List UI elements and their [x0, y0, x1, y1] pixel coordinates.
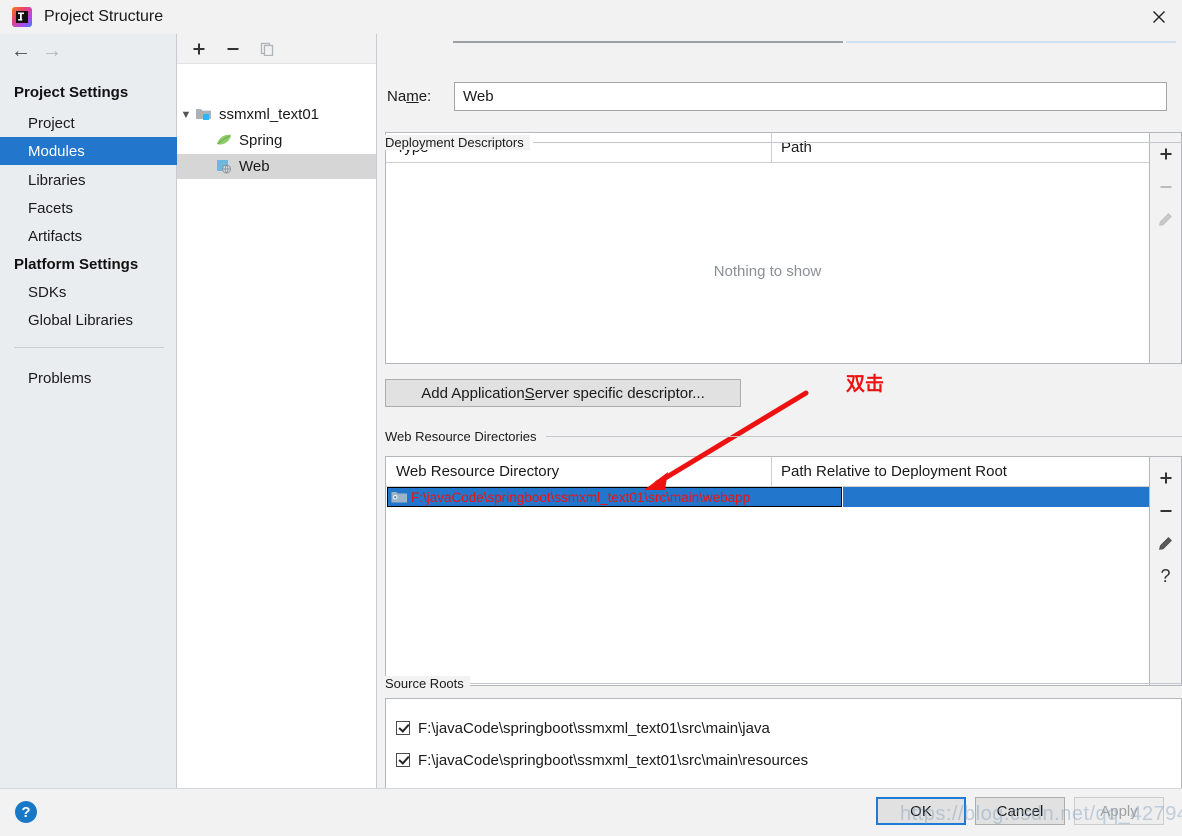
sidebar-item-label: Modules [28, 142, 85, 160]
web-resource-directory-path: F:\javaCode\springboot\ssmxml_text01\src… [411, 489, 751, 505]
sidebar-item-facets[interactable]: Facets [0, 194, 177, 222]
button-label-suffix: erver specific descriptor... [534, 384, 705, 402]
sidebar-item-label: Project [28, 114, 75, 132]
tree-row-label: Web [239, 158, 270, 175]
folder-icon [391, 490, 408, 504]
tree-row-label: ssmxml_text01 [219, 106, 320, 123]
deployment-descriptors-buttons [1150, 132, 1182, 364]
help-button[interactable]: ? [15, 801, 37, 823]
list-item[interactable]: F:\javaCode\springboot\ssmxml_text01\src… [396, 747, 808, 773]
checkbox-icon[interactable] [396, 721, 410, 735]
add-web-resource-button[interactable] [1150, 461, 1181, 494]
column-header-path[interactable]: Path [771, 133, 812, 162]
sidebar-item-problems[interactable]: Problems [0, 364, 177, 392]
tree-row-ssmxml-text01[interactable]: ▼ ssmxml_text01 [177, 102, 376, 127]
sidebar-item-global-libraries[interactable]: Global Libraries [0, 306, 177, 334]
deployment-descriptors-table[interactable]: Type Path Nothing to show [385, 132, 1150, 364]
tree-row-spring[interactable]: Spring [177, 128, 376, 153]
sidebar-item-project[interactable]: Project [0, 109, 177, 137]
name-label-mnemonic: m [406, 88, 419, 105]
settings-sidebar: ← → Project Settings Project Modules Lib… [0, 34, 177, 788]
empty-table-message: Nothing to show [713, 263, 822, 280]
sidebar-item-label: Problems [28, 369, 92, 387]
sidebar-group-platform-settings: Platform Settings [14, 256, 139, 273]
web-resource-directories-group-label: Web Resource Directories [385, 429, 543, 444]
add-application-server-descriptor-button[interactable]: Add Application Server specific descript… [385, 379, 741, 407]
text-caret [842, 487, 843, 507]
sidebar-item-label: Libraries [28, 171, 86, 189]
copy-icon[interactable] [255, 38, 279, 60]
watermark-text: https://blog.csdn.net/qq_42794826 [900, 803, 1182, 825]
tab-indicator-active [453, 41, 843, 43]
module-tree-toolbar [177, 34, 376, 64]
button-label-mnemonic: S [524, 384, 535, 402]
column-header-web-resource-directory[interactable]: Web Resource Directory [386, 457, 559, 486]
web-resource-directory-cell-editor[interactable]: F:\javaCode\springboot\ssmxml_text01\src… [387, 487, 842, 507]
tree-row-label: Spring [239, 132, 283, 149]
edit-descriptor-button[interactable] [1150, 203, 1181, 236]
tab-indicator-inactive [846, 41, 1176, 43]
question-icon[interactable]: ? [1150, 560, 1181, 593]
navigation-arrows: ← → [0, 34, 177, 66]
web-module-icon [215, 158, 235, 176]
group-rule [546, 436, 1182, 437]
sidebar-group-project-settings: Project Settings [14, 84, 129, 101]
chevron-down-icon[interactable]: ▼ [177, 109, 195, 121]
column-header-path-relative[interactable]: Path Relative to Deployment Root [771, 457, 1007, 486]
source-root-path: F:\javaCode\springboot\ssmxml_text01\src… [418, 719, 770, 737]
project-structure-dialog: Project Structure ← → Project Settings P… [0, 0, 1182, 836]
annotation-double-click-note: 双击 [846, 374, 885, 395]
sidebar-item-modules[interactable]: Modules [0, 137, 177, 165]
sidebar-item-artifacts[interactable]: Artifacts [0, 222, 177, 250]
sidebar-item-label: SDKs [28, 283, 67, 301]
tree-row-web[interactable]: Web [177, 154, 376, 179]
sidebar-item-libraries[interactable]: Libraries [0, 166, 177, 194]
list-item[interactable]: F:\javaCode\springboot\ssmxml_text01\src… [396, 715, 770, 741]
remove-web-resource-button[interactable] [1150, 494, 1181, 527]
module-tree-panel: ▼ ssmxml_text01 Spring Web [177, 34, 377, 788]
arrow-left-icon[interactable]: ← [8, 40, 34, 62]
group-rule [533, 142, 1182, 143]
group-rule [464, 683, 1182, 684]
table-row[interactable]: F:\javaCode\springboot\ssmxml_text01\src… [387, 487, 1149, 507]
add-module-button[interactable] [187, 38, 211, 60]
tab-strip [386, 41, 1176, 44]
checkbox-icon[interactable] [396, 753, 410, 767]
sidebar-item-label: Facets [28, 199, 74, 217]
sidebar-item-sdks[interactable]: SDKs [0, 278, 177, 306]
arrow-right-icon[interactable]: → [39, 40, 65, 62]
intellij-idea-logo-icon [11, 6, 33, 28]
spring-leaf-icon [215, 132, 235, 150]
remove-module-button[interactable] [221, 38, 245, 60]
source-roots-group-label: Source Roots [385, 676, 470, 691]
title-bar: Project Structure [0, 0, 1182, 34]
source-root-path: F:\javaCode\springboot\ssmxml_text01\src… [418, 751, 809, 769]
sidebar-item-label: Artifacts [28, 227, 83, 245]
name-label-prefix: Na [387, 88, 407, 105]
sidebar-divider [14, 347, 164, 348]
module-folder-icon [195, 106, 215, 124]
name-label: Name: [387, 88, 431, 105]
window-title: Project Structure [44, 8, 164, 25]
name-label-suffix: e: [418, 88, 432, 105]
web-resource-directories-buttons: ? [1150, 456, 1182, 686]
source-roots-list[interactable]: F:\javaCode\springboot\ssmxml_text01\src… [385, 698, 1182, 794]
button-label-prefix: Add Application [421, 384, 525, 402]
module-name-input[interactable]: Web [454, 82, 1167, 111]
table-header-row: Web Resource Directory Path Relative to … [386, 457, 1149, 487]
remove-descriptor-button[interactable] [1150, 170, 1181, 203]
deployment-descriptors-group-label: Deployment Descriptors [385, 135, 530, 150]
web-resource-directories-table[interactable]: Web Resource Directory Path Relative to … [385, 456, 1150, 686]
sidebar-item-label: Global Libraries [28, 311, 134, 329]
edit-web-resource-button[interactable] [1150, 527, 1181, 560]
module-settings-pane: Name: Web Deployment Descriptors Type Pa… [378, 34, 1182, 794]
close-icon[interactable] [1136, 0, 1182, 34]
